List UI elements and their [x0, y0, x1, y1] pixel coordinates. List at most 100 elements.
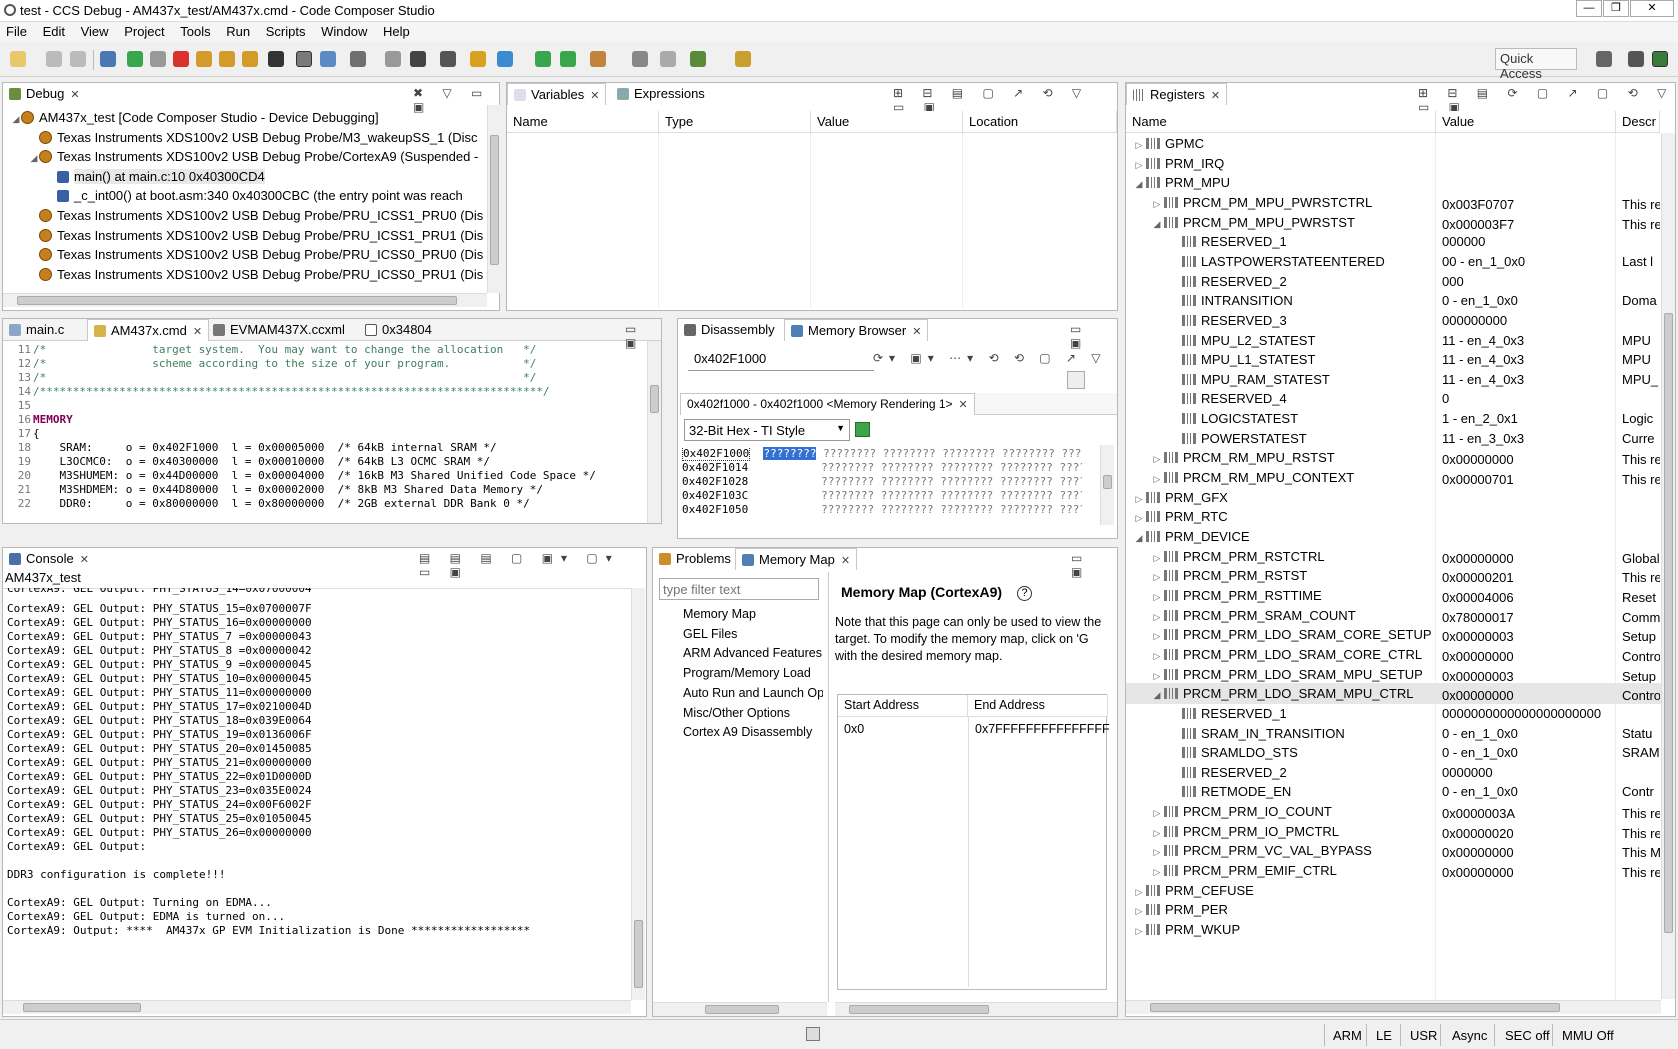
memory-cells[interactable]: ???????? ???????? ???????? ???????? ????… [816, 447, 1082, 460]
memory-row[interactable]: 0x402F1050 ???????? ???????? ???????? ??… [682, 503, 1082, 517]
tab-0x34804[interactable]: 0x34804 [359, 319, 438, 341]
tools-icon[interactable] [590, 51, 606, 67]
register-value[interactable]: 11 - en_4_0x3 [1436, 349, 1616, 370]
register-row[interactable]: LOGICSTATEST 1 - en_2_0x1 Logic [1126, 408, 1661, 429]
code-line[interactable]: 13/* */ [3, 371, 537, 385]
register-row[interactable]: RESERVED_1 000000 [1126, 231, 1661, 252]
memory-map-nav-item[interactable]: GEL Files [683, 624, 737, 645]
code-line[interactable]: 18 SRAM: o = 0x402F1000 l = 0x00005000 /… [3, 441, 497, 455]
debug-tree-item[interactable]: main() at main.c:10 0x40300CD4 [47, 166, 265, 187]
reset-icon[interactable] [320, 51, 336, 67]
debug-tree-item[interactable]: Texas Instruments XDS100v2 USB Debug Pro… [29, 127, 478, 148]
menu-help[interactable]: Help [377, 22, 410, 39]
restart-icon[interactable] [350, 51, 366, 67]
run-last-icon[interactable] [560, 51, 576, 67]
memory-cells[interactable]: ???????? ???????? ???????? ???????? ????… [814, 461, 1082, 474]
search-icon[interactable] [632, 51, 648, 67]
expand-icon[interactable]: ◢ [29, 148, 39, 169]
register-row[interactable]: RESERVED_2 0000000 [1126, 762, 1661, 783]
register-row[interactable]: ▷ PRM_PER [1126, 899, 1661, 920]
close-icon[interactable]: ✕ [80, 554, 89, 566]
tab-memory-browser[interactable]: Memory Browser ✕ [784, 319, 929, 341]
menu-run[interactable]: Run [220, 22, 250, 39]
register-value[interactable]: 11 - en_4_0x3 [1436, 369, 1616, 390]
register-row[interactable]: ◢ PRM_MPU [1126, 172, 1661, 193]
register-row[interactable]: LASTPOWERSTATEENTERED 00 - en_1_0x0 Last l [1126, 251, 1661, 272]
mm-start-0[interactable]: 0x0 [844, 719, 864, 740]
register-row[interactable]: ▷ PRM_WKUP [1126, 919, 1661, 940]
register-row[interactable]: ▷ PRCM_PRM_RSTCTRL 0x00000000 Global [1126, 546, 1661, 567]
tab-disassembly[interactable]: Disassembly [678, 319, 781, 341]
tab-am437x-cmd[interactable]: AM437x.cmd ✕ [87, 319, 210, 341]
memory-row[interactable]: 0x402F103C ???????? ???????? ???????? ??… [682, 489, 1082, 503]
ccs-debug-perspective-icon[interactable] [1652, 51, 1668, 67]
debug-tree-item[interactable]: ◢ Texas Instruments XDS100v2 USB Debug Pr… [29, 146, 479, 169]
col-name[interactable]: Name [507, 111, 659, 133]
code-line[interactable]: 14/*************************************… [3, 385, 550, 399]
help-icon[interactable]: ? [1017, 586, 1032, 601]
new-rendering-icon[interactable] [855, 422, 870, 437]
memory-address-input[interactable]: 0x402F1000 [688, 349, 874, 371]
tab-evmam437x-ccxml[interactable]: EVMAM437X.ccxml [207, 319, 351, 341]
register-row[interactable]: ◢ PRCM_PRM_LDO_SRAM_MPU_CTRL 0x00000000 Con… [1126, 683, 1661, 705]
step-over-icon[interactable] [219, 51, 235, 67]
tab-memory-rendering[interactable]: 0x402f1000 - 0x402f1000 <Memory Renderin… [680, 393, 975, 415]
go-icon[interactable] [1067, 371, 1085, 389]
tab-debug[interactable]: Debug ✕ [3, 83, 86, 105]
register-row[interactable]: MPU_L1_STATEST 11 - en_4_0x3 MPU [1126, 349, 1661, 370]
close-icon[interactable]: ✕ [1211, 90, 1220, 102]
register-value[interactable]: 000000 [1436, 231, 1616, 252]
menu-window[interactable]: Window [315, 22, 367, 39]
debug-tree-item[interactable]: Texas Instruments XDS100v2 USB Debug Pro… [29, 205, 483, 226]
debug-tree-item[interactable]: Texas Instruments XDS100v2 USB Debug Pro… [29, 244, 483, 265]
code-line[interactable]: 16 MEMORY [3, 413, 73, 427]
debug-tree-item[interactable]: Texas Instruments XDS100v2 USB Debug Pro… [29, 264, 483, 285]
register-row[interactable]: SRAM_IN_TRANSITION 0 - en_1_0x0 Statu [1126, 723, 1661, 744]
debug-vscroll[interactable] [487, 105, 501, 293]
register-row[interactable]: ▷ PRCM_RM_MPU_RSTST 0x00000000 This re [1126, 447, 1661, 468]
expand-icon[interactable]: ▷ [1134, 921, 1144, 942]
build-icon[interactable] [470, 51, 486, 67]
debug-tree-item[interactable]: _c_int00() at boot.asm:340 0x40300CBC (t… [47, 185, 463, 206]
register-value[interactable]: 11 - en_3_0x3 [1436, 428, 1616, 449]
code-line[interactable]: 20 M3SHUMEM: o = 0x44D00000 l = 0x000040… [3, 469, 596, 483]
console-hscroll[interactable] [3, 1000, 631, 1014]
register-row[interactable]: ▷ PRCM_PRM_RSTST 0x00000201 This re [1126, 565, 1661, 586]
memory-map-nav-item[interactable]: Auto Run and Launch Op [683, 683, 823, 704]
close-icon[interactable]: ✕ [590, 90, 599, 102]
col-reg-value[interactable]: Value [1436, 111, 1616, 133]
register-value[interactable]: 0 - en_1_0x0 [1436, 723, 1616, 744]
registers-toolbar[interactable]: ⊞ ⊟ ▤ ⟳ ▢ ↗ ▢ ⟲ ▽ ▭ ▣ [1418, 86, 1675, 114]
register-value[interactable]: 000 [1436, 271, 1616, 292]
register-row[interactable]: MPU_L2_STATEST 11 - en_4_0x3 MPU [1126, 330, 1661, 351]
register-row[interactable]: RESERVED_2 000 [1126, 271, 1661, 292]
nav-hscroll[interactable] [653, 1002, 827, 1016]
register-row[interactable]: ▷ PRCM_PRM_SRAM_COUNT 0x78000017 Comm [1126, 605, 1661, 626]
col-reg-desc[interactable]: Descr [1616, 111, 1660, 133]
tab-expressions[interactable]: Expressions [611, 83, 711, 105]
register-value[interactable]: 0 [1436, 388, 1616, 409]
close-icon[interactable]: ✕ [959, 399, 968, 411]
col-reg-name[interactable]: Name [1126, 111, 1436, 133]
col-type[interactable]: Type [659, 111, 811, 133]
memory-cells[interactable]: ???????? ???????? ???????? ???????? ????… [814, 489, 1082, 502]
resume-icon[interactable] [127, 51, 143, 67]
profile-icon[interactable] [497, 51, 513, 67]
memory-vscroll[interactable] [1100, 445, 1114, 525]
code-line[interactable]: 11/* target system. You may want to chan… [3, 343, 537, 357]
step-into-icon[interactable] [196, 51, 212, 67]
register-value[interactable]: 0000000 [1436, 762, 1616, 783]
format-select[interactable]: 32-Bit Hex - TI Style ▼ [684, 419, 850, 441]
register-value[interactable]: 00 - en_1_0x0 [1436, 251, 1616, 272]
register-row[interactable]: ▷ PRCM_PRM_VC_VAL_BYPASS 0x00000000 This M [1126, 840, 1661, 861]
col-location[interactable]: Location [963, 111, 1117, 133]
console-toolbar[interactable]: ▤ ▤ ▤ ▢ ▣▾ ▢▾ ▭ ▣ [419, 551, 646, 579]
register-row[interactable]: ▷ PRCM_PRM_RSTTIME 0x00004006 Reset [1126, 585, 1661, 606]
memory-cells[interactable]: ???????? ???????? ???????? ???????? ????… [814, 503, 1082, 516]
memory-map-nav-item[interactable]: Misc/Other Options [683, 703, 790, 724]
expand-icon[interactable]: ◢ [11, 109, 21, 130]
run-icon[interactable] [535, 51, 551, 67]
col-end-address[interactable]: End Address [968, 695, 1108, 717]
code-line[interactable]: 17{ [3, 427, 40, 441]
menu-view[interactable]: View [75, 22, 109, 39]
